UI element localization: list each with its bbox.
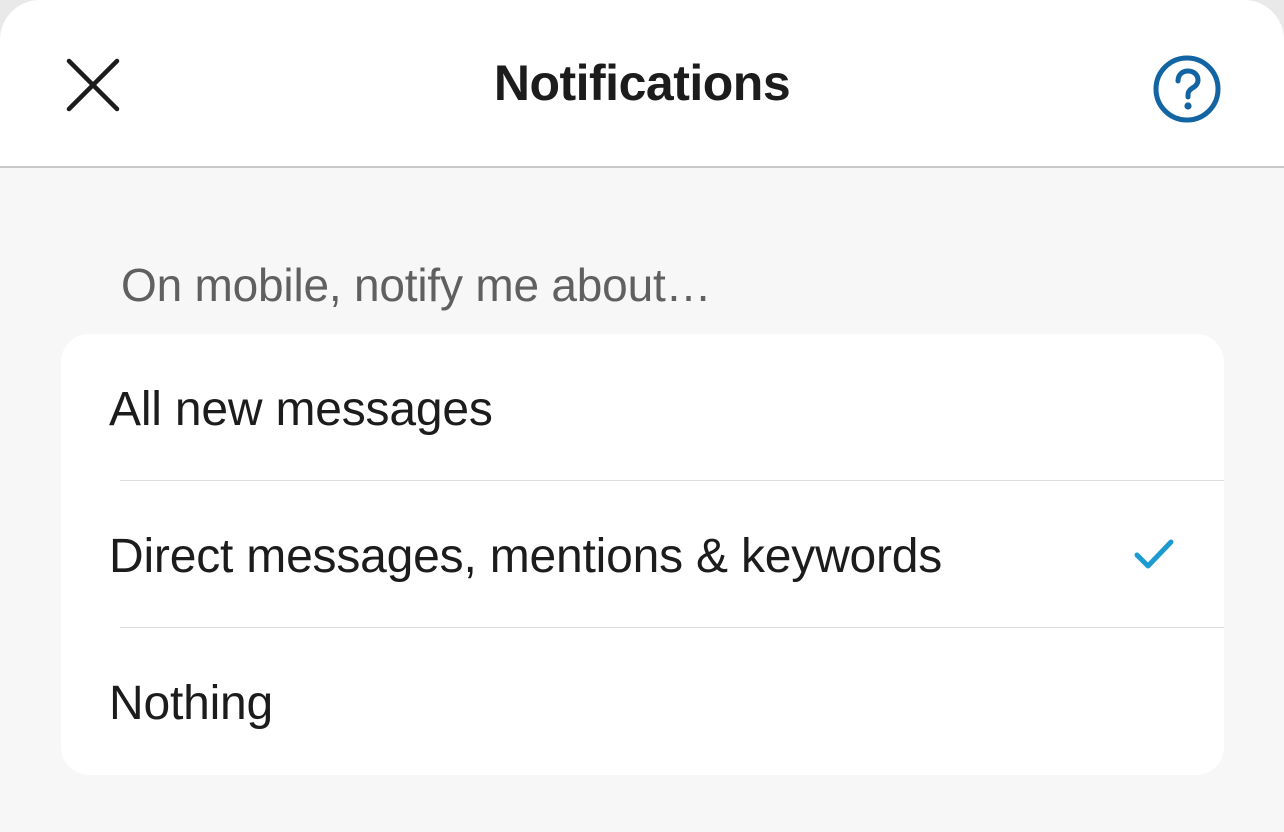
options-card: All new messages Direct messages, mentio… <box>61 334 1224 775</box>
section-label: On mobile, notify me about… <box>121 259 712 311</box>
option-direct-messages-mentions-keywords[interactable]: Direct messages, mentions & keywords <box>61 481 1224 627</box>
page-title: Notifications <box>493 55 791 111</box>
checkmark-icon <box>1134 539 1174 569</box>
help-button[interactable] <box>1148 50 1226 128</box>
option-label: Nothing <box>109 677 274 730</box>
option-label: All new messages <box>109 383 493 436</box>
option-nothing[interactable]: Nothing <box>61 628 1224 774</box>
header-bar: Notifications <box>0 0 1284 168</box>
option-label: Direct messages, mentions & keywords <box>109 530 943 583</box>
help-question-icon <box>1153 55 1221 123</box>
notifications-sheet: Notifications On mobile, notify me about… <box>0 0 1284 832</box>
option-all-new-messages[interactable]: All new messages <box>61 334 1224 480</box>
